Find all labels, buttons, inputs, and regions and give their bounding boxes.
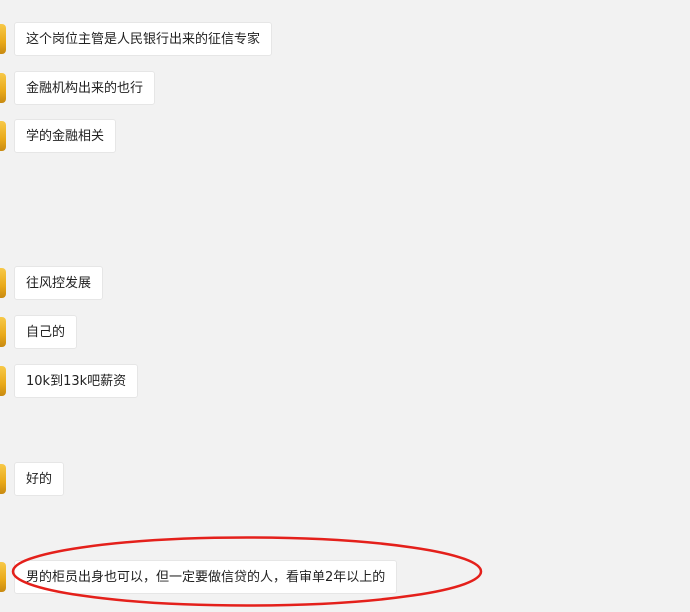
message-bubble[interactable]: 10k到13k吧薪资: [14, 364, 139, 398]
message-bubble[interactable]: 这个岗位主管是人民银行出来的征信专家: [14, 22, 273, 56]
message-bubble[interactable]: 往风控发展: [14, 266, 104, 300]
message-bubble[interactable]: 好的: [14, 462, 65, 496]
avatar[interactable]: [0, 562, 6, 592]
avatar[interactable]: [0, 73, 6, 103]
avatar[interactable]: [0, 268, 6, 298]
avatar[interactable]: [0, 317, 6, 347]
message-bubble[interactable]: 金融机构出来的也行: [14, 71, 156, 105]
avatar[interactable]: [0, 24, 6, 54]
message-bubble[interactable]: 男的柜员出身也可以，但一定要做信贷的人，看审单2年以上的: [14, 560, 398, 594]
avatar[interactable]: [0, 366, 6, 396]
message-bubble[interactable]: 学的金融相关: [14, 119, 117, 153]
avatar[interactable]: [0, 121, 6, 151]
avatar[interactable]: [0, 464, 6, 494]
message-bubble[interactable]: 自己的: [14, 315, 78, 349]
